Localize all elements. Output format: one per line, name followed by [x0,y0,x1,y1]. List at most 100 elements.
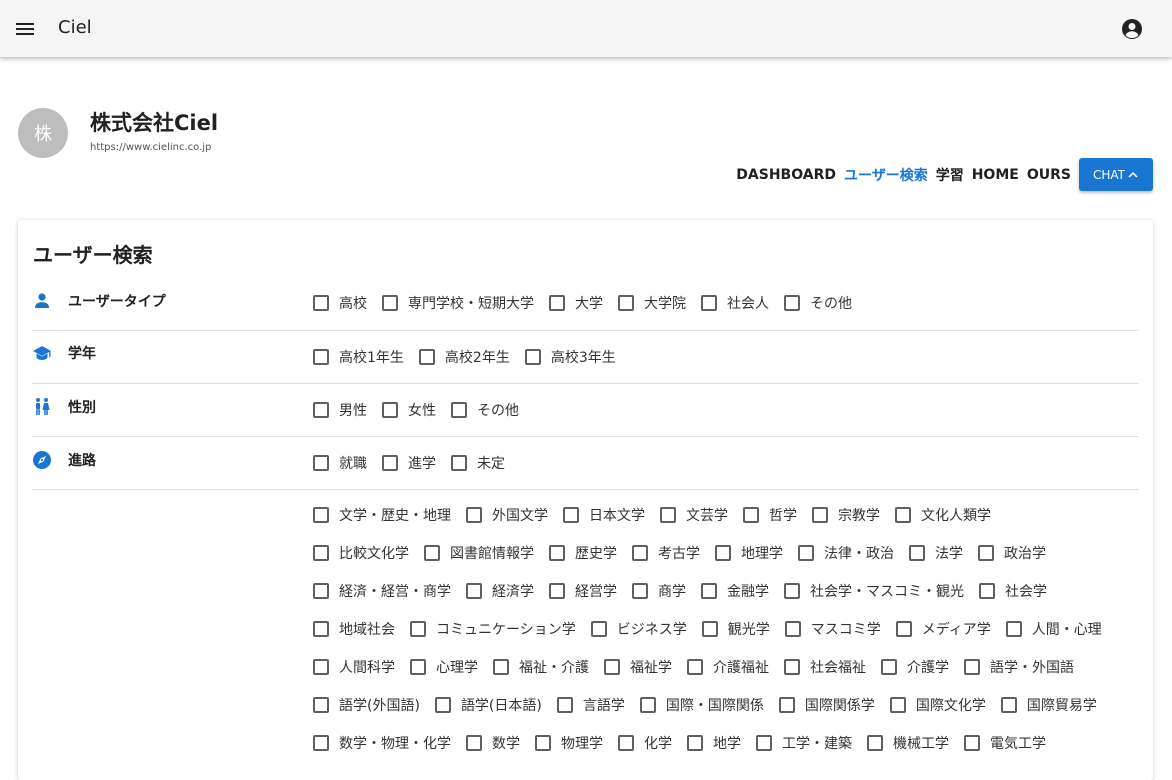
checkbox-option[interactable]: 社会福祉 [784,657,866,677]
checkbox-option[interactable]: 歴史学 [549,543,617,563]
checkbox-option[interactable]: 未定 [451,453,505,473]
checkbox-option[interactable]: その他 [784,293,852,313]
checkbox-option[interactable]: 日本文学 [563,505,645,525]
checkbox-option[interactable]: 経済・経営・商学 [313,581,451,601]
checkbox-option[interactable]: 男性 [313,400,367,420]
company-url[interactable]: https://www.cielinc.co.jp [90,142,211,154]
checkbox-option[interactable]: 観光学 [701,619,770,639]
top-nav: DASHBOARD ユーザー検索 学習 HOME OURS CHAT [736,158,1153,191]
checkbox-option[interactable]: 専門学校・短期大学 [382,293,534,313]
nav-dashboard[interactable]: DASHBOARD [736,167,836,183]
menu-icon[interactable] [15,19,35,39]
checkbox-option[interactable]: 比較文化学 [313,543,409,563]
checkbox-option[interactable]: 人間科学 [313,657,395,677]
user-type-row: ユーザータイプ 高校 専門学校・短期大学 大学 大学院 社会人 その他 [32,283,1139,331]
checkbox-option[interactable]: 高校2年生 [418,347,510,367]
search-title: ユーザー検索 [33,243,153,267]
checkbox-option[interactable]: 心理学 [410,657,478,677]
checkbox-option[interactable]: 地理学 [715,543,783,563]
checkbox-option[interactable]: 電気工学 [964,733,1046,753]
checkbox-option[interactable]: 就職 [313,453,367,473]
field-line: 経済・経営・商学 経済学 経営学 商学 金融学 社会学・マスコミ・観光 社会学 [313,572,1117,610]
nav-user-search[interactable]: ユーザー検索 [844,165,928,185]
checkbox-option[interactable]: 言語学 [556,695,625,715]
career-row: 進路 就職 進学 未定 [32,437,1139,490]
nav-study[interactable]: 学習 [936,165,964,185]
grade-options: 高校1年生 高校2年生 高校3年生 [313,338,631,376]
checkbox-option[interactable]: 介護福祉 [687,657,769,677]
field-line: 比較文化学 図書館情報学 歴史学 考古学 地理学 法律・政治 法学 政治学 [313,534,1117,572]
career-label: 進路 [68,453,96,469]
checkbox-option[interactable]: 考古学 [632,543,700,563]
checkbox-option[interactable]: 化学 [618,733,672,753]
checkbox-option[interactable]: 国際・国際関係 [639,695,764,715]
checkbox-option[interactable]: 法律・政治 [798,543,894,563]
checkbox-option[interactable]: 大学 [549,293,603,313]
user-type-label: ユーザータイプ [68,294,166,310]
checkbox-option[interactable]: 人間・心理 [1005,619,1102,639]
checkbox-option[interactable]: 福祉・介護 [493,657,589,677]
checkbox-option[interactable]: 高校 [313,293,367,313]
checkbox-option[interactable]: 文化人類学 [895,505,991,525]
checkbox-option[interactable]: 金融学 [701,581,769,601]
checkbox-option[interactable]: 外国文学 [466,505,548,525]
checkbox-option[interactable]: 語学・外国語 [964,657,1074,677]
app-title: Ciel [58,17,92,38]
field-options: 文学・歴史・地理 外国文学 日本文学 文芸学 哲学 宗教学 文化人類学 比較文化… [313,496,1117,762]
field-line: 語学(外国語) 語学(日本語) 言語学 国際・国際関係 国際関係学 国際文化学 … [313,686,1117,724]
checkbox-option[interactable]: 数学 [466,733,520,753]
checkbox-option[interactable]: 機械工学 [867,733,949,753]
checkbox-option[interactable]: 宗教学 [812,505,880,525]
field-line: 文学・歴史・地理 外国文学 日本文学 文芸学 哲学 宗教学 文化人類学 [313,496,1117,534]
checkbox-option[interactable]: 語学(外国語) [313,695,420,715]
checkbox-option[interactable]: 地域社会 [313,619,395,639]
checkbox-option[interactable]: その他 [451,400,519,420]
checkbox-option[interactable]: 高校1年生 [313,347,404,367]
user-search-card: ユーザー検索 ユーザータイプ 高校 専門学校・短期大学 大学 大学院 社会人 そ… [18,220,1153,780]
compass-icon [33,451,51,469]
checkbox-option[interactable]: 国際文化学 [889,695,986,715]
grade-label: 学年 [68,346,96,362]
checkbox-option[interactable]: 介護学 [881,657,949,677]
checkbox-option[interactable]: 国際関係学 [778,695,875,715]
checkbox-option[interactable]: 文学・歴史・地理 [313,505,451,525]
checkbox-option[interactable]: 政治学 [978,543,1046,563]
checkbox-option[interactable]: 哲学 [743,505,797,525]
checkbox-option[interactable]: 進学 [382,453,436,473]
wc-icon [36,398,50,415]
checkbox-option[interactable]: 図書館情報学 [424,543,534,563]
checkbox-option[interactable]: 福祉学 [604,657,672,677]
gender-options: 男性 女性 その他 [313,391,534,429]
career-options: 就職 進学 未定 [313,444,520,482]
nav-ours[interactable]: OURS [1027,167,1071,183]
account-circle-icon[interactable] [1120,17,1144,41]
checkbox-option[interactable]: 社会学 [979,581,1047,601]
checkbox-option[interactable]: 社会学・マスコミ・観光 [784,581,964,601]
checkbox-option[interactable]: 社会人 [701,293,769,313]
checkbox-option[interactable]: 法学 [909,543,963,563]
checkbox-option[interactable]: 女性 [382,400,436,420]
checkbox-option[interactable]: マスコミ学 [784,619,881,639]
checkbox-option[interactable]: メディア学 [895,619,991,639]
checkbox-option[interactable]: 物理学 [535,733,603,753]
chat-button[interactable]: CHAT [1078,158,1153,191]
checkbox-option[interactable]: 地学 [687,733,741,753]
checkbox-option[interactable]: 工学・建築 [756,733,852,753]
checkbox-option[interactable]: 数学・物理・化学 [313,733,451,753]
checkbox-option[interactable]: 文芸学 [660,505,728,525]
gender-row: 性別 男性 女性 その他 [32,384,1139,437]
checkbox-option[interactable]: ビジネス学 [590,619,687,639]
school-icon [33,346,51,360]
checkbox-option[interactable]: 経営学 [549,581,617,601]
checkbox-option[interactable]: 大学院 [618,293,686,313]
checkbox-option[interactable]: 高校3年生 [524,347,616,367]
company-name: 株式会社Ciel [90,111,219,135]
checkbox-option[interactable]: 国際貿易学 [1000,695,1097,715]
gender-label: 性別 [68,400,96,416]
checkbox-option[interactable]: 商学 [632,581,686,601]
checkbox-option[interactable]: コミュニケーション学 [410,619,576,639]
field-line: 人間科学 心理学 福祉・介護 福祉学 介護福祉 社会福祉 介護学 語学・外国語 [313,648,1117,686]
checkbox-option[interactable]: 経済学 [466,581,534,601]
nav-home[interactable]: HOME [972,167,1019,183]
checkbox-option[interactable]: 語学(日本語) [434,695,542,715]
